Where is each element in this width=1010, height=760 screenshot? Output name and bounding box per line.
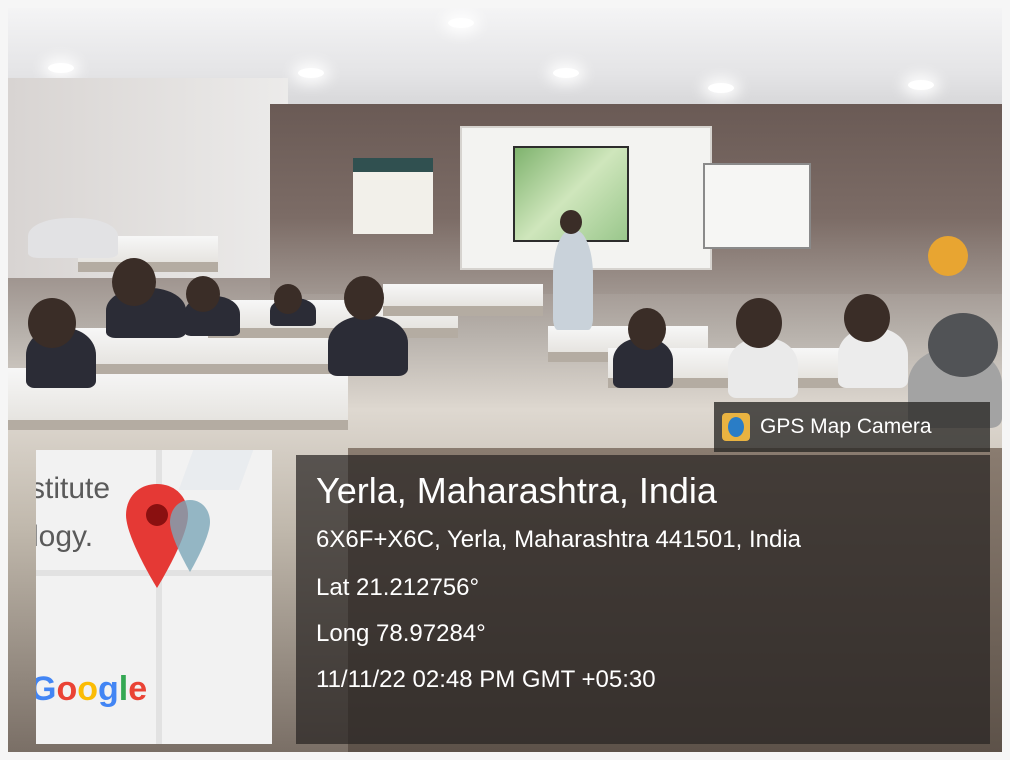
- student-head: [344, 276, 384, 320]
- student-head: [928, 236, 968, 276]
- timestamp: 11/11/22 02:48 PM GMT +05:30: [316, 666, 656, 693]
- ceiling-light: [908, 80, 934, 90]
- ceiling-light: [553, 68, 579, 78]
- desk: [383, 284, 543, 316]
- speaker: [553, 230, 593, 330]
- banner: [353, 158, 433, 234]
- ceiling-light: [48, 63, 74, 73]
- map-label: stitute: [36, 472, 111, 505]
- ceiling-light: [298, 68, 324, 78]
- speaker-head: [560, 210, 582, 234]
- student-head: [628, 308, 666, 350]
- student-head: [186, 276, 220, 312]
- latitude: Lat 21.212756°: [316, 574, 480, 601]
- gps-map-camera-icon: [722, 413, 750, 441]
- map-thumbnail: stitute logy. Google: [36, 450, 272, 744]
- whiteboard: [703, 163, 811, 249]
- ceiling-light: [448, 18, 474, 28]
- google-logo: Google: [36, 670, 148, 708]
- student-head: [736, 298, 782, 348]
- student-head: [274, 284, 302, 314]
- gps-badge-label: GPS Map Camera: [760, 415, 932, 438]
- student-head: [928, 313, 998, 377]
- location-title: Yerla, Maharashtra, India: [316, 470, 717, 511]
- student-head: [844, 294, 890, 342]
- ceiling-light: [708, 83, 734, 93]
- photo-frame: GPS Map Camera stitute logy. Google Yerl…: [0, 0, 1010, 760]
- map-marker-shadow: [170, 500, 210, 572]
- student: [328, 316, 408, 376]
- student: [28, 218, 118, 258]
- location-address: 6X6F+X6C, Yerla, Maharashtra 441501, Ind…: [316, 526, 801, 553]
- longitude: Long 78.97284°: [316, 620, 486, 647]
- map-label: logy.: [36, 520, 94, 553]
- gps-map-camera-badge: GPS Map Camera: [714, 402, 990, 452]
- student-head: [28, 298, 76, 348]
- student-head: [112, 258, 156, 306]
